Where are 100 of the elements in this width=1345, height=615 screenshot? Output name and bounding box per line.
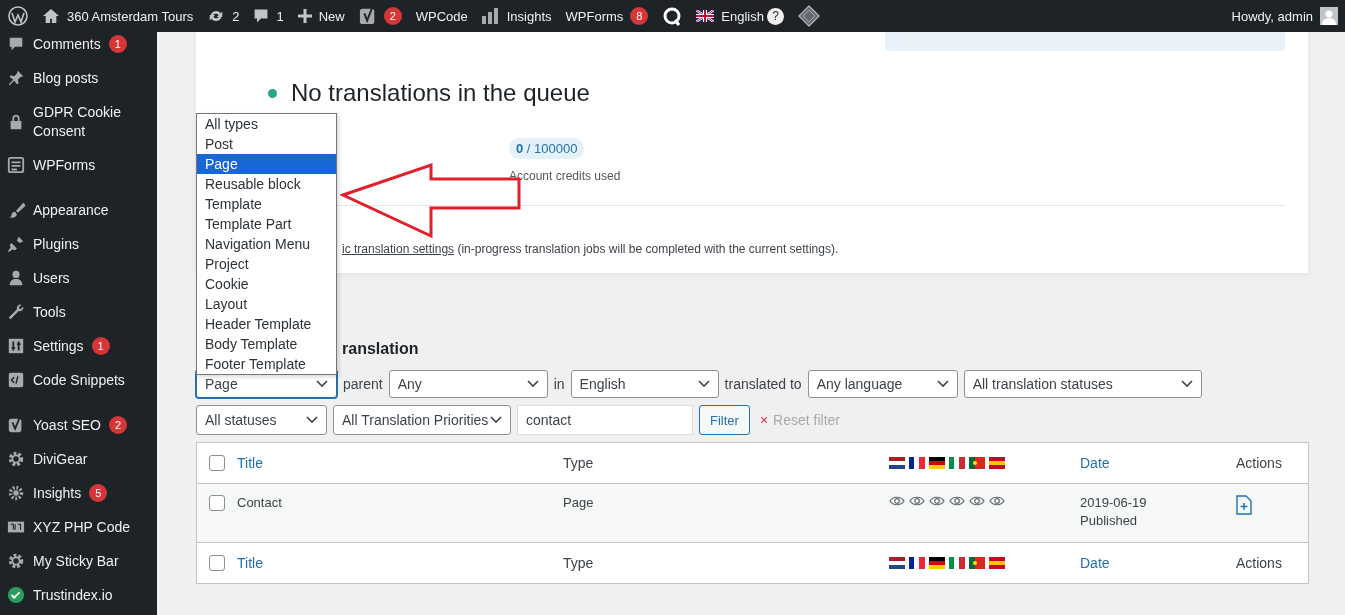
count-badge: 5: [89, 484, 108, 502]
type-cell-text: Page: [563, 494, 595, 510]
dropdown-option[interactable]: Project: [197, 254, 336, 274]
filter-button[interactable]: Filter: [699, 405, 750, 435]
menu-item[interactable]: DiviGear: [0, 442, 157, 476]
ring-icon[interactable]: [662, 6, 683, 26]
filter-label: translated to: [724, 376, 802, 392]
dropdown-option[interactable]: Navigation Menu: [197, 234, 336, 254]
dropdown-option[interactable]: Header Template: [197, 314, 336, 334]
dropdown-select[interactable]: All translation statuses: [963, 370, 1202, 398]
gear-icon: [7, 552, 25, 570]
user-icon: [7, 269, 25, 287]
filter-label: in: [553, 376, 565, 392]
dropdown-select[interactable]: All Translation Priorities: [333, 405, 511, 435]
eye-icon[interactable]: [969, 495, 985, 507]
form-icon: [7, 156, 25, 174]
eye-icon[interactable]: [929, 495, 945, 507]
dropdown-option[interactable]: Template Part: [197, 214, 336, 234]
gear-icon: [7, 450, 25, 468]
bar-chart-icon[interactable]: [481, 8, 500, 24]
plus-icon[interactable]: [297, 9, 312, 23]
date-cell-text: 2019-06-19: [1080, 495, 1148, 510]
menu-item[interactable]: Code Snippets: [0, 363, 157, 397]
home-icon[interactable]: [42, 8, 60, 24]
language-switcher[interactable]: English: [721, 8, 764, 24]
dropdown-select[interactable]: Any language: [807, 370, 958, 398]
comment-icon[interactable]: [253, 8, 270, 24]
credits-counter: 0 / 100000: [509, 138, 585, 159]
dropdown-option[interactable]: All types: [197, 114, 336, 134]
menu-item[interactable]: My Sticky Bar: [0, 544, 157, 578]
menu-item[interactable]: Comments 1: [0, 27, 157, 61]
dropdown-option[interactable]: Post: [197, 134, 336, 154]
insights-link[interactable]: Insights: [506, 8, 552, 24]
checkbox[interactable]: [209, 495, 225, 511]
dropdown-option[interactable]: Cookie: [197, 274, 336, 294]
eye-icon[interactable]: [989, 495, 1005, 507]
help-icon[interactable]: ?: [766, 7, 784, 25]
count-badge: 2: [109, 416, 127, 434]
menu-item[interactable]: GDPR Cookie Consent: [0, 95, 157, 148]
wordpress-logo-icon[interactable]: [8, 6, 28, 26]
dropdown-select[interactable]: Any: [388, 370, 548, 398]
menu-item[interactable]: Blog posts: [0, 61, 157, 95]
chevron-down-icon: [316, 380, 328, 388]
title-cell-text: Contact: [237, 494, 283, 510]
dropdown-select[interactable]: All statuses: [196, 405, 327, 435]
dropdown-option[interactable]: Reusable block: [197, 174, 336, 194]
settings-link[interactable]: ic translation settings: [342, 242, 455, 256]
wrench-icon: [7, 303, 25, 321]
site-name-link[interactable]: 360 Amsterdam Tours: [67, 8, 194, 24]
search-field[interactable]: contact: [517, 405, 693, 435]
eye-icon[interactable]: [909, 495, 925, 507]
sliders-icon: [7, 337, 25, 355]
date-column-header[interactable]: Date: [1080, 455, 1110, 471]
date-column-header[interactable]: Date: [1080, 555, 1110, 571]
menu-item[interactable]: Yoast SEO 2: [0, 408, 157, 442]
yoast-icon[interactable]: [358, 6, 377, 26]
menu-item[interactable]: Appearance: [0, 193, 157, 227]
menu-item[interactable]: Settings 1: [0, 329, 157, 363]
new-link[interactable]: New: [318, 8, 345, 24]
wpcode-link[interactable]: WPCode: [415, 8, 468, 24]
dropdown-select[interactable]: English: [570, 370, 719, 398]
eye-icon[interactable]: [889, 495, 905, 507]
dropdown-option[interactable]: Page: [197, 154, 336, 174]
menu-item[interactable]: Insights 5: [0, 476, 157, 510]
greeting-link[interactable]: Howdy, admin: [1231, 8, 1313, 24]
wpforms-link[interactable]: WPForms: [565, 8, 624, 24]
menu-item[interactable]: XYZ PHP Code: [0, 510, 157, 544]
updates-count[interactable]: 2: [232, 8, 240, 24]
uk-flag-icon[interactable]: [696, 10, 715, 22]
diamond-icon[interactable]: [797, 5, 820, 27]
menu-item[interactable]: Tools: [0, 295, 157, 329]
title-column-header[interactable]: Title: [237, 455, 263, 471]
eye-icon[interactable]: [949, 495, 965, 507]
type-column-header: Type: [563, 455, 595, 471]
dropdown-option[interactable]: Body Template: [197, 334, 336, 354]
count-badge: 1: [108, 35, 127, 53]
chevron-down-icon: [697, 380, 710, 388]
type-column-header: Type: [563, 555, 595, 571]
title-column-header[interactable]: Title: [237, 555, 263, 571]
menu-item[interactable]: Users: [0, 261, 157, 295]
filter-label: parent: [343, 376, 383, 392]
add-document-icon[interactable]: [1236, 495, 1252, 515]
comments-count[interactable]: 1: [276, 8, 284, 24]
menu-item[interactable]: Trustindex.io: [0, 578, 157, 612]
flag-icon: [889, 457, 905, 469]
close-icon[interactable]: ×: [759, 412, 769, 428]
chevron-down-icon: [1180, 380, 1193, 388]
menu-item[interactable]: Plugins: [0, 227, 157, 261]
menu-item[interactable]: WPForms: [0, 148, 157, 182]
chevron-down-icon: [490, 416, 502, 424]
dropdown-option[interactable]: Template: [197, 194, 336, 214]
flag-icon: [969, 557, 985, 569]
checkbox[interactable]: [209, 555, 225, 571]
checkbox[interactable]: [209, 455, 225, 471]
php-icon: [7, 520, 25, 534]
flag-icon: [909, 557, 925, 569]
actions-column-header: Actions: [1236, 455, 1283, 471]
status-cell-text: Published: [1080, 513, 1139, 528]
dropdown-option[interactable]: Layout: [197, 294, 336, 314]
chevron-down-icon: [526, 380, 539, 388]
